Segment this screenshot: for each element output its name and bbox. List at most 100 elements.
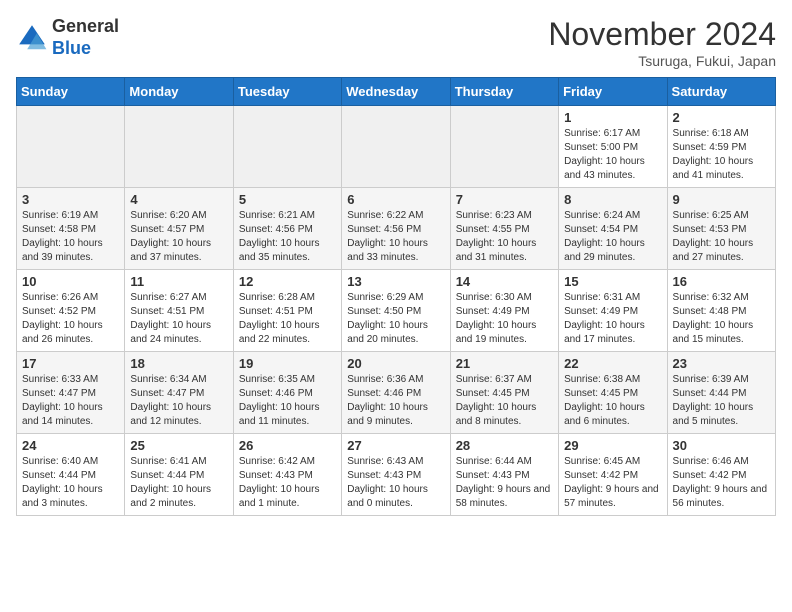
calendar-cell: 8 Sunrise: 6:24 AM Sunset: 4:54 PM Daylig…	[559, 188, 667, 270]
day-info: Sunrise: 6:23 AM Sunset: 4:55 PM Dayligh…	[456, 209, 553, 265]
day-number: 28	[456, 438, 553, 453]
logo: General Blue	[16, 16, 119, 59]
day-info: Sunrise: 6:42 AM Sunset: 4:43 PM Dayligh…	[239, 455, 336, 511]
day-info: Sunrise: 6:26 AM Sunset: 4:52 PM Dayligh…	[22, 291, 119, 347]
calendar-header-row: SundayMondayTuesdayWednesdayThursdayFrid…	[17, 78, 776, 106]
day-info: Sunrise: 6:24 AM Sunset: 4:54 PM Dayligh…	[564, 209, 661, 265]
calendar-cell: 2 Sunrise: 6:18 AM Sunset: 4:59 PM Daylig…	[667, 106, 775, 188]
calendar-cell: 23Sunrise: 6:39 AM Sunset: 4:44 PM Dayli…	[667, 352, 775, 434]
calendar-cell: 20 Sunrise: 6:36 AM Sunset: 4:46 PM Dayli…	[342, 352, 450, 434]
day-number: 11	[130, 274, 227, 289]
day-info: Sunrise: 6:18 AM Sunset: 4:59 PM Dayligh…	[673, 127, 770, 183]
location-subtitle: Tsuruga, Fukui, Japan	[548, 53, 776, 69]
day-info: Sunrise: 6:39 AM Sunset: 4:44 PM Dayligh…	[673, 373, 770, 429]
day-number: 18	[130, 356, 227, 371]
day-number: 6	[347, 192, 444, 207]
day-info: Sunrise: 6:30 AM Sunset: 4:49 PM Dayligh…	[456, 291, 553, 347]
calendar-week-row: 1 Sunrise: 6:17 AM Sunset: 5:00 PM Daylig…	[17, 106, 776, 188]
day-info: Sunrise: 6:35 AM Sunset: 4:46 PM Dayligh…	[239, 373, 336, 429]
calendar-cell: 7 Sunrise: 6:23 AM Sunset: 4:55 PM Daylig…	[450, 188, 558, 270]
day-info: Sunrise: 6:21 AM Sunset: 4:56 PM Dayligh…	[239, 209, 336, 265]
logo-general-text: General	[52, 16, 119, 36]
page-header: General Blue November 2024 Tsuruga, Fuku…	[16, 16, 776, 69]
day-info: Sunrise: 6:19 AM Sunset: 4:58 PM Dayligh…	[22, 209, 119, 265]
weekday-header: Sunday	[17, 78, 125, 106]
day-number: 17	[22, 356, 119, 371]
calendar-cell: 1 Sunrise: 6:17 AM Sunset: 5:00 PM Daylig…	[559, 106, 667, 188]
calendar-cell: 14 Sunrise: 6:30 AM Sunset: 4:49 PM Dayli…	[450, 270, 558, 352]
weekday-header: Friday	[559, 78, 667, 106]
calendar-cell: 17 Sunrise: 6:33 AM Sunset: 4:47 PM Dayli…	[17, 352, 125, 434]
day-number: 13	[347, 274, 444, 289]
day-number: 16	[673, 274, 770, 289]
day-number: 9	[673, 192, 770, 207]
calendar-cell: 24Sunrise: 6:40 AM Sunset: 4:44 PM Dayli…	[17, 434, 125, 516]
calendar-week-row: 24Sunrise: 6:40 AM Sunset: 4:44 PM Dayli…	[17, 434, 776, 516]
weekday-header: Wednesday	[342, 78, 450, 106]
day-info: Sunrise: 6:36 AM Sunset: 4:46 PM Dayligh…	[347, 373, 444, 429]
day-info: Sunrise: 6:41 AM Sunset: 4:44 PM Dayligh…	[130, 455, 227, 511]
day-number: 14	[456, 274, 553, 289]
day-info: Sunrise: 6:40 AM Sunset: 4:44 PM Dayligh…	[22, 455, 119, 511]
calendar-cell: 16Sunrise: 6:32 AM Sunset: 4:48 PM Dayli…	[667, 270, 775, 352]
day-info: Sunrise: 6:17 AM Sunset: 5:00 PM Dayligh…	[564, 127, 661, 183]
calendar-cell: 30Sunrise: 6:46 AM Sunset: 4:42 PM Dayli…	[667, 434, 775, 516]
calendar-table: SundayMondayTuesdayWednesdayThursdayFrid…	[16, 77, 776, 516]
calendar-cell: 26Sunrise: 6:42 AM Sunset: 4:43 PM Dayli…	[233, 434, 341, 516]
day-number: 20	[347, 356, 444, 371]
day-number: 3	[22, 192, 119, 207]
day-info: Sunrise: 6:34 AM Sunset: 4:47 PM Dayligh…	[130, 373, 227, 429]
calendar-week-row: 10 Sunrise: 6:26 AM Sunset: 4:52 PM Dayli…	[17, 270, 776, 352]
day-number: 7	[456, 192, 553, 207]
day-info: Sunrise: 6:37 AM Sunset: 4:45 PM Dayligh…	[456, 373, 553, 429]
day-number: 19	[239, 356, 336, 371]
calendar-cell: 15 Sunrise: 6:31 AM Sunset: 4:49 PM Dayli…	[559, 270, 667, 352]
logo-icon	[16, 22, 48, 54]
calendar-week-row: 17 Sunrise: 6:33 AM Sunset: 4:47 PM Dayli…	[17, 352, 776, 434]
weekday-header: Saturday	[667, 78, 775, 106]
calendar-week-row: 3 Sunrise: 6:19 AM Sunset: 4:58 PM Daylig…	[17, 188, 776, 270]
calendar-cell: 21Sunrise: 6:37 AM Sunset: 4:45 PM Dayli…	[450, 352, 558, 434]
calendar-cell	[233, 106, 341, 188]
day-info: Sunrise: 6:22 AM Sunset: 4:56 PM Dayligh…	[347, 209, 444, 265]
day-info: Sunrise: 6:45 AM Sunset: 4:42 PM Dayligh…	[564, 455, 661, 511]
day-number: 27	[347, 438, 444, 453]
day-info: Sunrise: 6:28 AM Sunset: 4:51 PM Dayligh…	[239, 291, 336, 347]
day-info: Sunrise: 6:43 AM Sunset: 4:43 PM Dayligh…	[347, 455, 444, 511]
calendar-cell: 13 Sunrise: 6:29 AM Sunset: 4:50 PM Dayli…	[342, 270, 450, 352]
calendar-cell	[450, 106, 558, 188]
calendar-cell: 19 Sunrise: 6:35 AM Sunset: 4:46 PM Dayli…	[233, 352, 341, 434]
title-block: November 2024 Tsuruga, Fukui, Japan	[548, 16, 776, 69]
calendar-cell	[342, 106, 450, 188]
day-info: Sunrise: 6:46 AM Sunset: 4:42 PM Dayligh…	[673, 455, 770, 511]
day-number: 10	[22, 274, 119, 289]
calendar-cell: 27 Sunrise: 6:43 AM Sunset: 4:43 PM Dayli…	[342, 434, 450, 516]
weekday-header: Thursday	[450, 78, 558, 106]
calendar-cell: 25Sunrise: 6:41 AM Sunset: 4:44 PM Dayli…	[125, 434, 233, 516]
calendar-cell: 29 Sunrise: 6:45 AM Sunset: 4:42 PM Dayli…	[559, 434, 667, 516]
day-number: 1	[564, 110, 661, 125]
calendar-cell: 18 Sunrise: 6:34 AM Sunset: 4:47 PM Dayli…	[125, 352, 233, 434]
calendar-cell: 4Sunrise: 6:20 AM Sunset: 4:57 PM Daylig…	[125, 188, 233, 270]
day-info: Sunrise: 6:27 AM Sunset: 4:51 PM Dayligh…	[130, 291, 227, 347]
day-number: 5	[239, 192, 336, 207]
day-number: 8	[564, 192, 661, 207]
day-info: Sunrise: 6:33 AM Sunset: 4:47 PM Dayligh…	[22, 373, 119, 429]
calendar-cell: 3 Sunrise: 6:19 AM Sunset: 4:58 PM Daylig…	[17, 188, 125, 270]
day-number: 4	[130, 192, 227, 207]
weekday-header: Monday	[125, 78, 233, 106]
day-number: 15	[564, 274, 661, 289]
day-info: Sunrise: 6:31 AM Sunset: 4:49 PM Dayligh…	[564, 291, 661, 347]
calendar-cell	[17, 106, 125, 188]
calendar-cell	[125, 106, 233, 188]
calendar-cell: 28 Sunrise: 6:44 AM Sunset: 4:43 PM Dayli…	[450, 434, 558, 516]
calendar-cell: 5 Sunrise: 6:21 AM Sunset: 4:56 PM Daylig…	[233, 188, 341, 270]
calendar-cell: 12 Sunrise: 6:28 AM Sunset: 4:51 PM Dayli…	[233, 270, 341, 352]
weekday-header: Tuesday	[233, 78, 341, 106]
day-number: 2	[673, 110, 770, 125]
day-info: Sunrise: 6:44 AM Sunset: 4:43 PM Dayligh…	[456, 455, 553, 511]
day-info: Sunrise: 6:29 AM Sunset: 4:50 PM Dayligh…	[347, 291, 444, 347]
day-number: 12	[239, 274, 336, 289]
day-info: Sunrise: 6:38 AM Sunset: 4:45 PM Dayligh…	[564, 373, 661, 429]
day-number: 29	[564, 438, 661, 453]
